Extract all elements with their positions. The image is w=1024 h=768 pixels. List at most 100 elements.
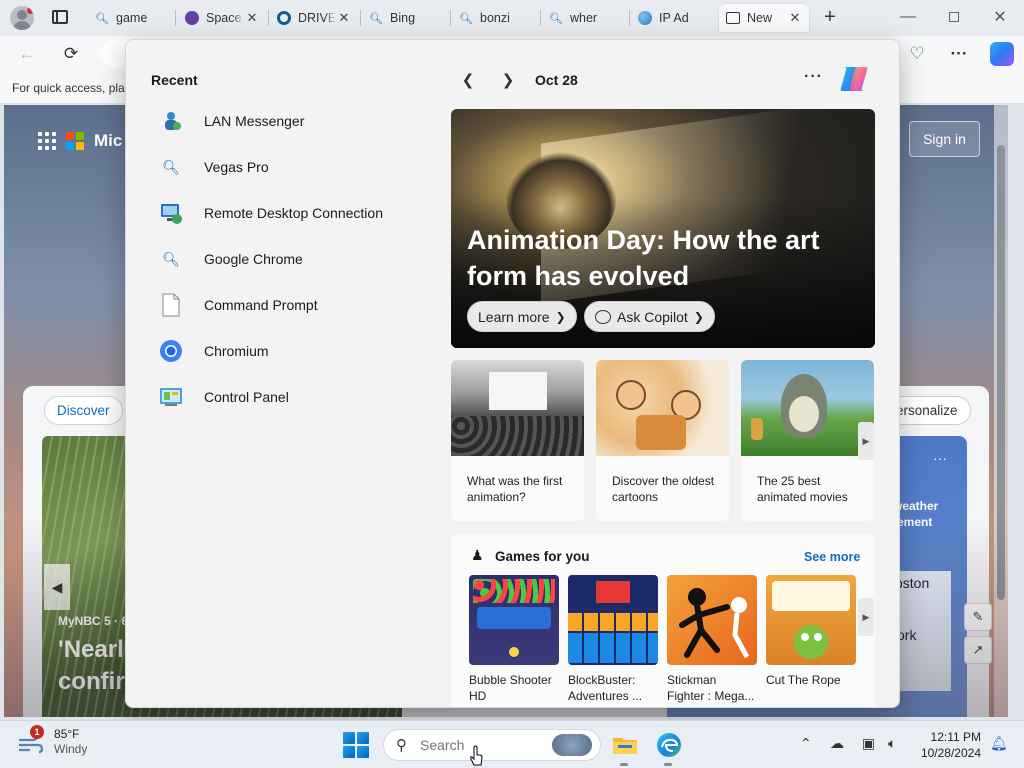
close-window-button[interactable]: ✕ [977, 0, 1023, 34]
file-explorer-icon[interactable] [610, 730, 640, 760]
more-options-icon[interactable]: ··· [804, 68, 823, 86]
more-options-icon[interactable]: ··· [933, 450, 947, 466]
theater-image [451, 360, 584, 456]
close-icon[interactable]: ✕ [787, 10, 803, 26]
search-highlight-image [552, 734, 592, 756]
game-cut-the-rope[interactable]: Cut The Rope [766, 575, 856, 688]
refresh-button[interactable]: ⟳ [56, 39, 86, 69]
game-stickman-fighter[interactable]: Stickman Fighter : Mega... [667, 575, 757, 704]
remote-desktop-icon [158, 200, 184, 226]
recent-item-command-prompt[interactable]: Command Prompt [148, 285, 418, 325]
carousel-next-icon[interactable]: ▶ [858, 598, 874, 636]
recent-item-control-panel[interactable]: Control Panel [148, 377, 418, 417]
microsoft-logo-icon [66, 132, 84, 150]
taskbar-search-box[interactable]: ⚲ [383, 729, 601, 761]
clock-date: 10/28/2024 [920, 746, 981, 760]
expand-icon[interactable]: ↗ [964, 636, 992, 664]
tab-1[interactable]: 🔍︎ game [88, 4, 172, 32]
carousel-prev-icon[interactable]: ◀ [44, 564, 70, 610]
recent-item-remote-desktop[interactable]: Remote Desktop Connection [148, 193, 418, 233]
tab-4[interactable]: 🔍︎ Bing [362, 4, 450, 32]
game-blockbuster[interactable]: BlockBuster: Adventures ... [568, 575, 658, 704]
tab-title: Bing [390, 11, 416, 25]
tab-title: IP Ad [659, 11, 689, 25]
game-bubble-shooter[interactable]: Bubble Shooter HD [469, 575, 559, 704]
page-scrollbar[interactable] [994, 105, 1008, 717]
game-name: Stickman Fighter : Mega... [667, 673, 755, 703]
hero-card[interactable]: Animation Day: How the art form has evol… [451, 109, 875, 348]
tab-bar: 🔍︎ game Space ✕ DRIVE ✕ 🔍︎ Bing 🔍︎ bonzi… [0, 0, 1024, 36]
copilot-logo-icon[interactable] [838, 63, 870, 95]
tab-3[interactable]: DRIVE ✕ [270, 4, 358, 32]
tab-7[interactable]: IP Ad [631, 4, 717, 32]
card-caption: What was the first animation? [467, 474, 563, 504]
chevron-left-icon[interactable]: ❮ [455, 67, 481, 93]
search-icon: 🔍︎ [162, 158, 180, 175]
chevron-right-icon: ❯ [693, 309, 704, 324]
games-section: ♟ Games for you See more Bubble Shooter … [451, 534, 875, 707]
chat-bubble-icon [595, 309, 611, 324]
network-icon[interactable]: ☁ [830, 735, 844, 752]
tab-title: New [747, 11, 773, 25]
see-more-link[interactable]: See more [804, 550, 860, 564]
totoro-image [741, 360, 874, 456]
carousel-next-icon[interactable]: ▶ [858, 422, 874, 460]
globe-icon [637, 10, 653, 26]
display-icon[interactable]: ▣ [862, 735, 875, 752]
ntp-header: Mic [38, 131, 122, 151]
recent-item-lan-messenger[interactable]: LAN Messenger [148, 101, 418, 141]
tab-5[interactable]: 🔍︎ bonzi [452, 4, 538, 32]
story-card-first-animation[interactable]: What was the first animation? [451, 360, 584, 521]
recent-item-google-chrome[interactable]: 🔍︎ Google Chrome [148, 239, 418, 279]
back-button[interactable]: ← [12, 39, 42, 69]
weather-wind-icon: 1 [16, 725, 46, 756]
new-tab-button[interactable]: + [818, 5, 842, 29]
story-card-best-animated[interactable]: The 25 best animated movies [741, 360, 874, 521]
blockbuster-image [568, 575, 658, 665]
game-name: BlockBuster: Adventures ... [568, 673, 643, 703]
stickman-image [667, 575, 757, 665]
search-icon: 🔍︎ [162, 250, 180, 267]
chevron-right-icon[interactable]: ❯ [495, 67, 521, 93]
map-label: oston [895, 575, 930, 591]
chevron-up-icon[interactable]: ⌃ [800, 735, 812, 752]
learn-more-label: Learn more [478, 308, 550, 325]
card-caption: Discover the oldest cartoons [612, 474, 715, 504]
sign-in-button[interactable]: Sign in [909, 121, 980, 157]
app-launcher-icon[interactable] [38, 132, 56, 150]
system-clock[interactable]: 12:11 PM 10/28/2024 [915, 729, 981, 761]
edge-icon[interactable] [654, 730, 684, 760]
browser-essentials-icon[interactable]: ♡ [902, 39, 932, 69]
weather-widget[interactable]: 1 85°F Windy [16, 725, 87, 757]
lan-messenger-icon [158, 108, 184, 134]
start-button[interactable] [343, 732, 369, 758]
more-menu-button[interactable]: ··· [944, 39, 974, 69]
minimize-button[interactable]: — [885, 0, 931, 34]
control-panel-icon [158, 384, 184, 410]
copilot-icon[interactable] [990, 42, 1014, 66]
profile-avatar[interactable] [10, 6, 34, 30]
newtab-icon [725, 10, 741, 26]
recent-item-vegas-pro[interactable]: 🔍︎ Vegas Pro [148, 147, 418, 187]
tab-title: bonzi [480, 11, 510, 25]
close-icon[interactable]: ✕ [336, 10, 352, 26]
recent-item-label: LAN Messenger [204, 113, 305, 129]
close-icon[interactable]: ✕ [244, 10, 260, 26]
notification-bell-icon[interactable]: 🔔︎ [990, 735, 1008, 752]
feedback-icon[interactable]: ✎ [964, 603, 992, 631]
restore-button[interactable] [931, 0, 977, 34]
volume-muted-icon[interactable]: 🔈︎ [888, 735, 896, 752]
learn-more-button[interactable]: Learn more ❯ [467, 301, 577, 332]
search-icon: 🔍︎ [95, 12, 109, 25]
tab-actions-icon[interactable] [52, 10, 68, 24]
ask-copilot-button[interactable]: Ask Copilot ❯ [584, 301, 715, 332]
tab-6[interactable]: 🔍︎ wher [542, 4, 628, 32]
discover-tab[interactable]: Discover [44, 396, 123, 425]
recent-item-label: Command Prompt [204, 297, 318, 313]
tab-2[interactable]: Space ✕ [178, 4, 266, 32]
tab-8-active[interactable]: New ✕ [719, 4, 809, 32]
recent-item-label: Remote Desktop Connection [204, 205, 383, 221]
story-card-oldest-cartoons[interactable]: Discover the oldest cartoons [596, 360, 729, 521]
recent-item-chromium[interactable]: Chromium [148, 331, 418, 371]
file-icon [158, 292, 184, 318]
